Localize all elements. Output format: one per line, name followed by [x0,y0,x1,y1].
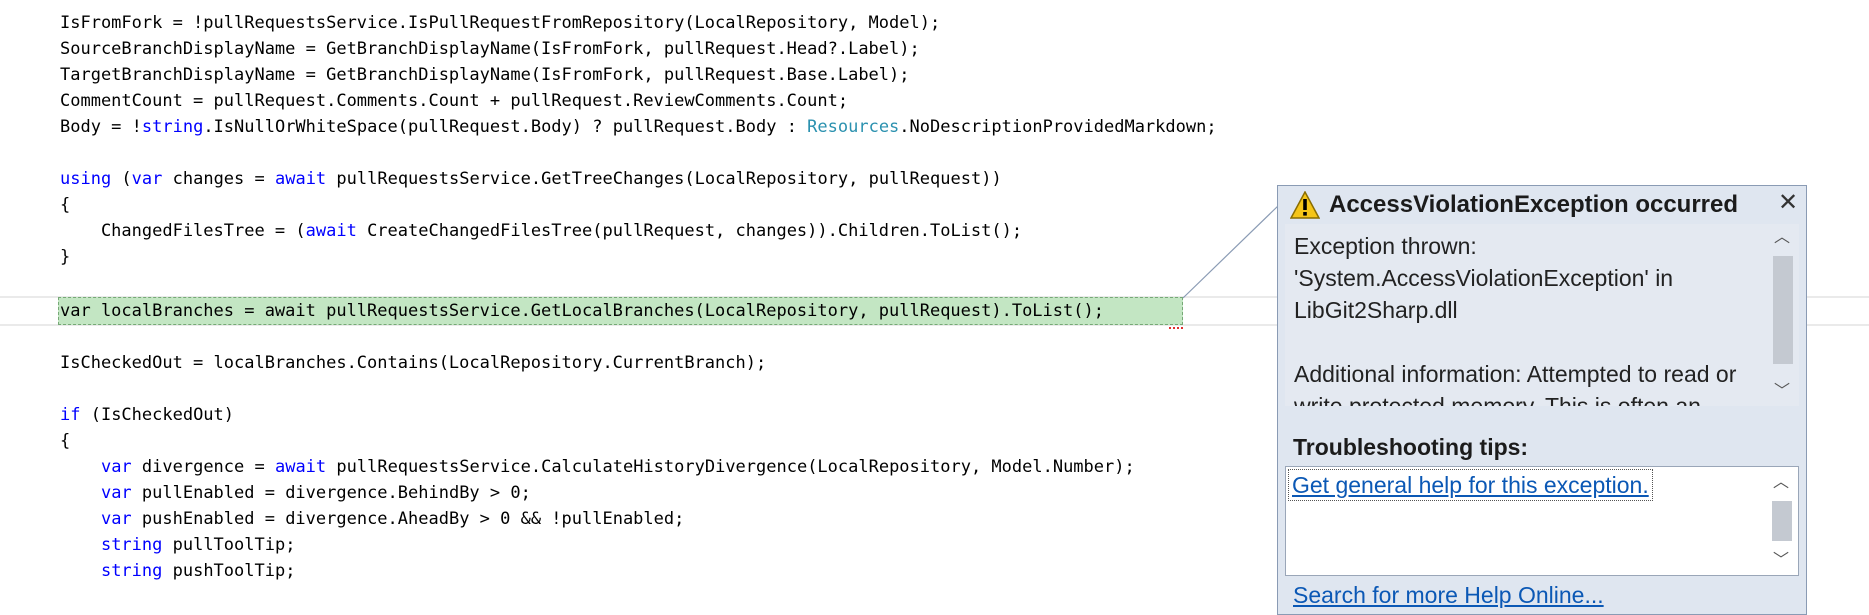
code-line-16[interactable]: if (IsCheckedOut) [60,402,234,428]
exception-title: AccessViolationException occurred [1329,191,1739,218]
code-line-19[interactable]: var pullEnabled = divergence.BehindBy > … [60,480,531,506]
exception-details-text: Exception thrown: 'System.AccessViolatio… [1294,230,1759,406]
troubleshooting-tips-list[interactable]: Get general help for this exception. ︿ ﹀ [1285,466,1799,576]
tips-scroll-down-icon[interactable]: ﹀ [1764,547,1798,575]
troubleshooting-tips-title: Troubleshooting tips: [1293,434,1529,460]
error-squiggle [1169,323,1183,329]
code-line-2[interactable]: SourceBranchDisplayName = GetBranchDispl… [60,36,920,62]
scroll-down-icon[interactable]: ﹀ [1765,378,1799,406]
exception-thrown-text: Exception thrown: 'System.AccessViolatio… [1294,233,1674,323]
code-line-1[interactable]: IsFromFork = !pullRequestsService.IsPull… [60,10,940,36]
tips-scroll-up-icon[interactable]: ︿ [1764,469,1798,497]
code-line-5[interactable]: Body = !string.IsNullOrWhiteSpace(pullRe… [60,114,1217,140]
scroll-up-icon[interactable]: ︿ [1765,224,1799,252]
code-line-17[interactable]: { [60,428,70,454]
tips-scroll-thumb[interactable] [1772,501,1792,541]
details-scrollbar[interactable]: ︿ ﹀ [1765,224,1799,406]
general-help-link[interactable]: Get general help for this exception. [1288,469,1653,501]
code-line-22[interactable]: string pushToolTip; [60,558,295,584]
code-line-20[interactable]: var pushEnabled = divergence.AheadBy > 0… [60,506,684,532]
search-help-online-link[interactable]: Search for more Help Online... [1293,582,1604,609]
code-line-14[interactable]: IsCheckedOut = localBranches.Contains(Lo… [60,350,766,376]
code-line-21[interactable]: string pullToolTip; [60,532,295,558]
exception-details[interactable]: Exception thrown: 'System.AccessViolatio… [1285,224,1799,406]
exception-header: AccessViolationException occurred ✕ [1278,186,1806,224]
code-line-exception[interactable]: var localBranches = await pullRequestsSe… [60,298,1104,324]
exception-helper-popup[interactable]: AccessViolationException occurred ✕ Exce… [1277,185,1807,615]
code-line-10[interactable]: } [60,244,70,270]
code-line-4[interactable]: CommentCount = pullRequest.Comments.Coun… [60,88,848,114]
tips-scrollbar[interactable]: ︿ ﹀ [1764,467,1798,575]
code-line-7[interactable]: using (var changes = await pullRequestsS… [60,166,1002,192]
scroll-thumb[interactable] [1773,256,1793,364]
code-line-8[interactable]: { [60,192,70,218]
code-line-18[interactable]: var divergence = await pullRequestsServi… [60,454,1135,480]
additional-info-text: Additional information: Attempted to rea… [1294,361,1737,406]
code-line-3[interactable]: TargetBranchDisplayName = GetBranchDispl… [60,62,910,88]
code-line-9[interactable]: ChangedFilesTree = (await CreateChangedF… [60,218,1022,244]
warning-icon [1290,191,1320,219]
close-button[interactable]: ✕ [1776,190,1800,216]
